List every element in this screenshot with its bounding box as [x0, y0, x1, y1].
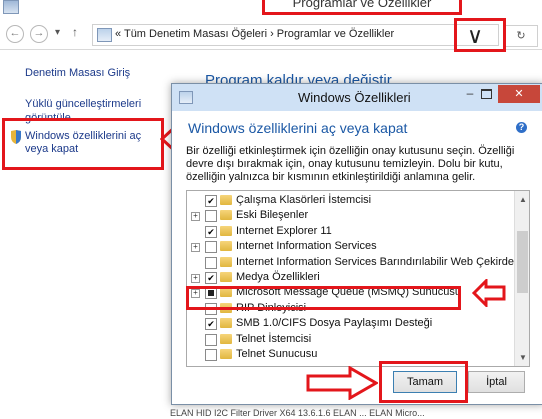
refresh-icon: ↻ — [516, 30, 526, 42]
scroll-up-icon[interactable]: ▲ — [519, 195, 527, 204]
feature-label: Internet Explorer 11 — [236, 224, 332, 237]
shield-icon — [11, 130, 21, 144]
feature-item[interactable]: Telnet İstemcisi — [187, 332, 509, 348]
control-panel-icon — [97, 28, 112, 42]
sidebar-item-home[interactable]: Denetim Masası Giriş — [25, 67, 130, 79]
folder-icon — [220, 195, 232, 205]
msmq-highlight — [186, 286, 461, 310]
feature-item[interactable]: Internet Information Services Barındırıl… — [187, 255, 523, 271]
refresh-button[interactable]: ↻ — [504, 25, 538, 47]
feature-checkbox[interactable] — [205, 349, 217, 361]
window-title: Programlar ve Özellikler — [292, 0, 432, 10]
expand-icon[interactable]: + — [191, 274, 200, 283]
red-arrow-left-icon — [472, 279, 506, 307]
control-panel-icon — [179, 91, 193, 104]
up-arrow-icon: ↑ — [72, 25, 78, 39]
feature-label: Eski Bileşenler — [236, 209, 309, 222]
feature-checkbox[interactable]: ✔ — [205, 318, 217, 331]
windows-features-link-highlight[interactable]: Windows özelliklerini aç veya kapat — [2, 118, 164, 170]
close-icon: ✕ — [514, 88, 524, 100]
feature-item[interactable]: + Eski Bileşenler — [187, 208, 509, 224]
up-button[interactable]: ↑ — [72, 25, 78, 39]
program-list-row: ELAN HID I2C Filter Driver X64 13.6.1.6 … — [170, 408, 425, 418]
feature-checkbox[interactable]: ✔ — [205, 225, 217, 238]
feature-checkbox[interactable] — [205, 210, 217, 223]
chevron-down-icon: ▾ — [55, 27, 61, 38]
window-title-highlight: Programlar ve Özellikler — [262, 0, 462, 15]
feature-label: Internet Information Services Barındırıl… — [236, 255, 523, 268]
dialog-title-bar: Windows Özellikleri – ✕ — [172, 84, 542, 111]
scrollbar-thumb[interactable] — [517, 231, 528, 293]
window-title-bar: Programlar ve Özellikler — [0, 0, 542, 20]
forward-arrow-icon: → — [33, 27, 45, 39]
forward-button[interactable]: → — [30, 25, 48, 43]
minimize-button[interactable]: – — [462, 86, 478, 100]
recent-locations-button[interactable]: ▾ — [55, 27, 60, 38]
folder-icon — [220, 272, 232, 282]
back-button[interactable]: ← — [6, 25, 24, 43]
folder-icon — [220, 349, 232, 359]
folder-icon — [220, 318, 232, 329]
back-arrow-icon: ← — [9, 27, 21, 39]
feature-checkbox[interactable]: ✔ — [205, 195, 217, 207]
feature-label: SMB 1.0/CIFS Dosya Paylaşımı Desteği — [236, 317, 433, 330]
sidebar-item-windows-features[interactable]: Windows özelliklerini aç veya kapat — [25, 130, 165, 156]
dialog-title: Windows Özellikleri — [298, 90, 411, 105]
ok-button-highlight — [379, 361, 468, 403]
folder-icon — [220, 210, 232, 221]
close-button[interactable]: ✕ — [498, 85, 540, 103]
expand-icon[interactable]: + — [191, 212, 200, 222]
maximize-button[interactable] — [481, 89, 492, 99]
scroll-down-icon[interactable]: ▼ — [519, 353, 527, 362]
folder-icon — [220, 225, 232, 236]
minimize-icon: – — [466, 86, 474, 100]
feature-label: Telnet İstemcisi — [236, 332, 312, 345]
feature-checkbox[interactable] — [205, 256, 217, 269]
feature-label: Telnet Sunucusu — [236, 348, 318, 360]
feature-checkbox[interactable]: ✔ — [205, 272, 217, 284]
feature-checkbox[interactable] — [205, 333, 217, 346]
folder-icon — [220, 333, 232, 344]
chevron-down-icon: ∨ — [467, 23, 484, 48]
scrollbar[interactable]: ▲ ▼ — [514, 191, 529, 366]
feature-item[interactable]: + Internet Information Services — [187, 239, 509, 255]
feature-item[interactable]: ✔ Internet Explorer 11 — [187, 224, 509, 240]
feature-label: Medya Özellikleri — [236, 271, 320, 283]
address-path: « Tüm Denetim Masası Öğeleri › Programla… — [115, 28, 395, 40]
address-dropdown-highlight[interactable]: ∨ — [454, 18, 506, 52]
feature-checkbox[interactable] — [205, 241, 217, 254]
folder-icon — [220, 256, 232, 267]
cancel-button[interactable]: İptal — [468, 371, 525, 393]
feature-label: Çalışma Klasörleri İstemcisi — [236, 194, 372, 206]
red-arrow-right-icon — [306, 366, 378, 400]
feature-label: Internet Information Services — [236, 240, 377, 253]
feature-item[interactable]: ✔ Çalışma Klasörleri İstemcisi — [187, 193, 509, 209]
dialog-description: Bir özelliği etkinleştirmek için özelliğ… — [186, 145, 515, 183]
folder-icon — [220, 241, 232, 252]
dialog-heading: Windows özelliklerini aç veya kapat — [188, 120, 408, 136]
feature-item[interactable]: ✔ SMB 1.0/CIFS Dosya Paylaşımı Desteği — [187, 316, 509, 332]
expand-icon[interactable]: + — [191, 243, 200, 253]
feature-item[interactable]: + ✔ Medya Özellikleri — [187, 270, 509, 286]
address-bar[interactable]: « Tüm Denetim Masası Öğeleri › Programla… — [92, 24, 499, 46]
control-panel-icon — [3, 0, 19, 14]
help-icon[interactable]: ? — [516, 122, 527, 133]
